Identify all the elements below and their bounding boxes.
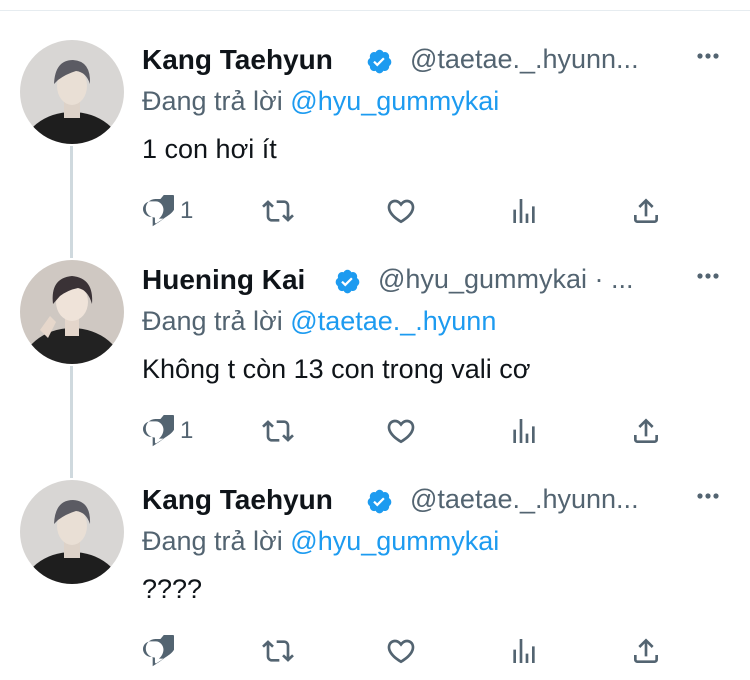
- reply-button[interactable]: 1: [142, 194, 193, 228]
- display-name[interactable]: Kang Taehyun: [142, 44, 333, 76]
- more-icon[interactable]: [694, 486, 722, 506]
- reply-button[interactable]: 1: [142, 414, 193, 448]
- user-handle[interactable]: @hyu_gummykai · ...: [378, 264, 634, 295]
- share-button[interactable]: [630, 194, 662, 228]
- display-name[interactable]: Huening Kai: [142, 264, 305, 296]
- analytics-button[interactable]: [508, 414, 540, 448]
- mention-link[interactable]: @hyu_gummykai: [290, 86, 499, 116]
- user-handle[interactable]: @taetae._.hyunn...: [410, 44, 639, 75]
- like-icon: [387, 419, 415, 444]
- verified-icon: [335, 269, 360, 294]
- tweet-text: 1 con hơi ít: [142, 134, 277, 164]
- like-button[interactable]: [385, 634, 417, 668]
- retweet-button[interactable]: [262, 194, 294, 228]
- tweet[interactable]: Kang Taehyun @taetae._.hyunn... Đang trả…: [0, 480, 750, 680]
- avatar[interactable]: [20, 40, 124, 144]
- retweet-icon: [262, 640, 294, 662]
- more-icon[interactable]: [694, 266, 722, 286]
- action-bar: 1: [0, 194, 750, 234]
- retweet-icon: [262, 200, 294, 222]
- mention-link[interactable]: @hyu_gummykai: [290, 526, 499, 556]
- reply-prefix: Đang trả lời: [142, 306, 283, 336]
- share-icon: [634, 638, 658, 663]
- tweet-text: Không t còn 13 con trong vali cơ: [142, 354, 531, 384]
- reply-count: 1: [180, 197, 194, 224]
- like-icon: [387, 639, 415, 664]
- retweet-icon: [262, 420, 294, 442]
- avatar[interactable]: [20, 260, 124, 364]
- avatar-image: [20, 260, 124, 364]
- action-bar: [0, 634, 750, 674]
- action-bar: 1: [0, 414, 750, 454]
- avatar[interactable]: [20, 480, 124, 584]
- user-handle[interactable]: @taetae._.hyunn...: [410, 484, 639, 515]
- reply-context: Đang trả lời @hyu_gummykai: [142, 526, 499, 557]
- avatar-image: [20, 480, 124, 584]
- reply-context: Đang trả lời @taetae._.hyunn: [142, 306, 496, 337]
- reply-icon: [142, 195, 174, 227]
- reply-button[interactable]: [142, 634, 180, 668]
- reply-prefix: Đang trả lời: [142, 526, 283, 556]
- share-icon: [634, 198, 658, 223]
- reply-count: 1: [180, 417, 194, 444]
- reply-context: Đang trả lời @hyu_gummykai: [142, 86, 499, 117]
- more-icon[interactable]: [694, 46, 722, 66]
- like-button[interactable]: [385, 414, 417, 448]
- tweet[interactable]: Kang Taehyun @taetae._.hyunn... Đang trả…: [0, 40, 750, 240]
- analytics-icon: [513, 419, 535, 443]
- tweet[interactable]: Huening Kai @hyu_gummykai · ... Đang trả…: [0, 260, 750, 460]
- analytics-button[interactable]: [508, 194, 540, 228]
- reply-icon: [142, 635, 174, 667]
- like-button[interactable]: [385, 194, 417, 228]
- top-divider: [0, 10, 750, 11]
- verified-icon: [367, 489, 392, 514]
- share-icon: [634, 418, 658, 443]
- analytics-icon: [513, 639, 535, 663]
- retweet-button[interactable]: [262, 634, 294, 668]
- share-button[interactable]: [630, 414, 662, 448]
- retweet-button[interactable]: [262, 414, 294, 448]
- avatar-image: [20, 40, 124, 144]
- reply-prefix: Đang trả lời: [142, 86, 283, 116]
- analytics-button[interactable]: [508, 634, 540, 668]
- share-button[interactable]: [630, 634, 662, 668]
- reply-icon: [142, 415, 174, 447]
- tweet-text: ????: [142, 574, 203, 604]
- analytics-icon: [513, 199, 535, 223]
- mention-link[interactable]: @taetae._.hyunn: [290, 306, 496, 336]
- like-icon: [387, 199, 415, 224]
- display-name[interactable]: Kang Taehyun: [142, 484, 333, 516]
- verified-icon: [367, 49, 392, 74]
